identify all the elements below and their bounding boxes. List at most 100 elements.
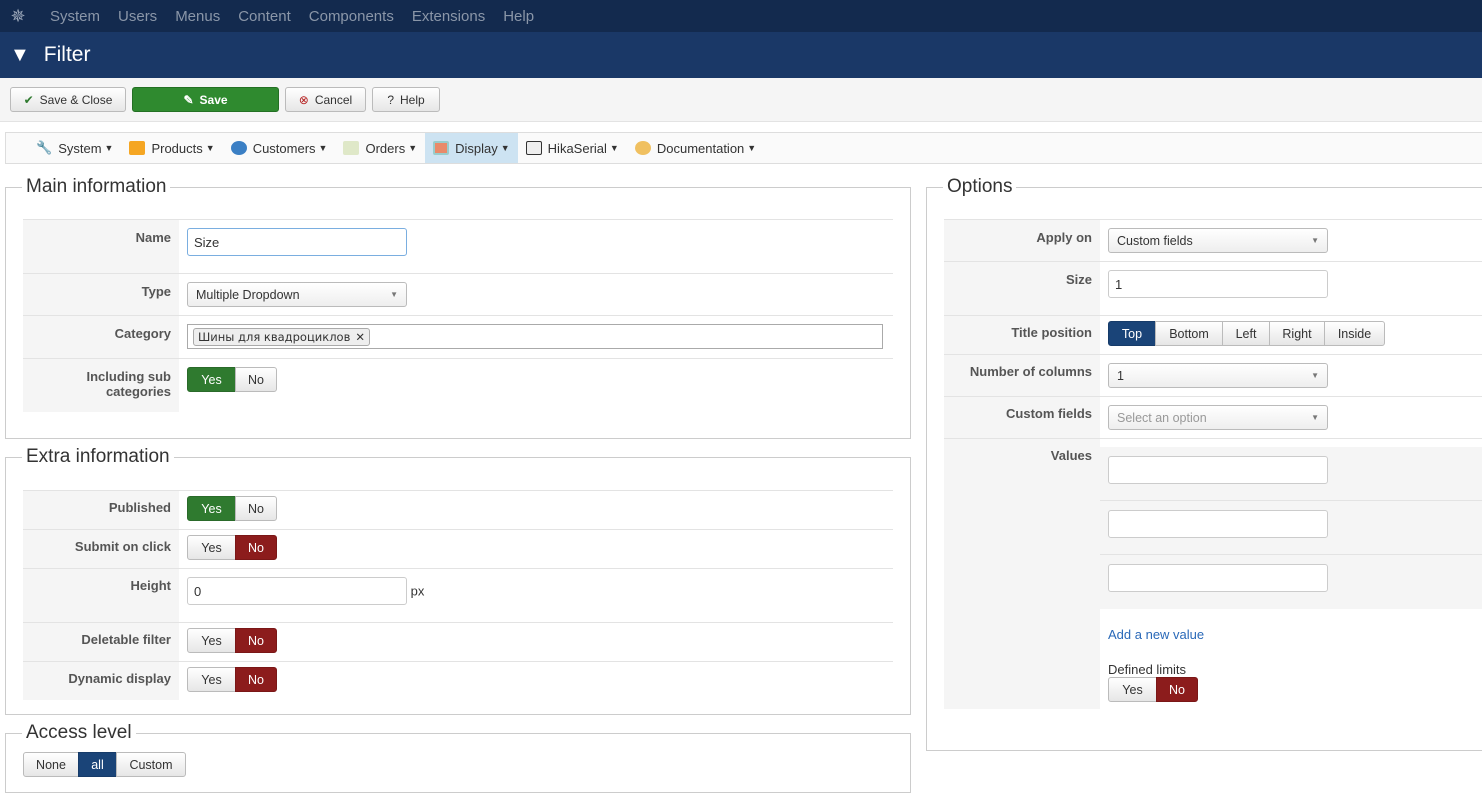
submenu-customers[interactable]: Customers ▼ bbox=[223, 133, 336, 163]
submenu-system[interactable]: 🔧 System ▼ bbox=[28, 133, 121, 163]
documentation-icon bbox=[634, 141, 651, 155]
menu-menus[interactable]: Menus bbox=[175, 8, 220, 25]
menu-components[interactable]: Components bbox=[309, 8, 394, 25]
tools-icon: 🔧 bbox=[36, 140, 53, 155]
edit-icon: ✎ bbox=[183, 92, 194, 107]
height-label: Height bbox=[23, 568, 179, 623]
values-list bbox=[1100, 447, 1482, 609]
title-top[interactable]: Top bbox=[1108, 321, 1156, 346]
label: System bbox=[58, 140, 102, 156]
submenu-products[interactable]: Products ▼ bbox=[121, 133, 222, 163]
value-input[interactable] bbox=[1108, 456, 1328, 484]
help-button[interactable]: ? Help bbox=[372, 87, 440, 112]
help-icon: ? bbox=[387, 92, 394, 107]
name-input[interactable] bbox=[187, 228, 407, 256]
toolbar: ✔ Save & Close ✎ Save ⊗ Cancel ? Help bbox=[0, 78, 1482, 122]
no-option[interactable]: No bbox=[235, 628, 277, 653]
category-label: Category bbox=[23, 315, 179, 359]
remove-icon[interactable]: ✕ bbox=[355, 330, 365, 344]
no-option[interactable]: No bbox=[1156, 677, 1198, 702]
display-icon bbox=[433, 141, 450, 155]
access-level-fieldset: Access level None all Custom bbox=[5, 722, 911, 793]
save-button[interactable]: ✎ Save bbox=[132, 87, 279, 112]
value: Multiple Dropdown bbox=[196, 287, 300, 302]
label: Documentation bbox=[656, 140, 745, 156]
section-title: Options bbox=[947, 176, 1013, 197]
menu-extensions[interactable]: Extensions bbox=[412, 8, 485, 25]
deletable-toggle[interactable]: Yes No bbox=[187, 628, 277, 653]
dynamic-display-label: Dynamic display bbox=[23, 661, 179, 700]
label: Шины для квадроциклов bbox=[198, 330, 351, 344]
no-option[interactable]: No bbox=[235, 367, 277, 392]
access-none[interactable]: None bbox=[23, 752, 79, 777]
add-value-link[interactable]: Add a new value bbox=[1108, 627, 1204, 642]
access-level-toggle[interactable]: None all Custom bbox=[23, 752, 186, 777]
submit-on-click-label: Submit on click bbox=[23, 529, 179, 569]
type-select[interactable]: Multiple Dropdown ▼ bbox=[187, 282, 407, 307]
menu-help[interactable]: Help bbox=[503, 8, 534, 25]
submit-on-click-toggle[interactable]: Yes No bbox=[187, 535, 277, 560]
title-right[interactable]: Right bbox=[1269, 321, 1325, 346]
published-label: Published bbox=[23, 490, 179, 530]
title-left[interactable]: Left bbox=[1222, 321, 1270, 346]
defined-limits-toggle[interactable]: Yes No bbox=[1108, 677, 1198, 702]
submenu-hikaserial[interactable]: HikaSerial ▼ bbox=[518, 133, 627, 163]
sub-categories-toggle[interactable]: Yes No bbox=[187, 367, 277, 392]
value-input[interactable] bbox=[1108, 564, 1328, 592]
menu-content[interactable]: Content bbox=[238, 8, 291, 25]
section-title: Main information bbox=[26, 176, 167, 197]
submenu-display[interactable]: Display ▼ bbox=[425, 133, 518, 163]
title-position-toggle[interactable]: Top Bottom Left Right Inside bbox=[1108, 321, 1385, 346]
menu-system[interactable]: System bbox=[50, 8, 100, 25]
access-custom[interactable]: Custom bbox=[116, 752, 186, 777]
category-input[interactable]: Шины для квадроциклов ✕ bbox=[187, 324, 883, 349]
custom-fields-label: Custom fields bbox=[944, 396, 1100, 439]
title-bar: ▼ Filter bbox=[0, 32, 1482, 78]
yes-option[interactable]: Yes bbox=[187, 367, 236, 392]
height-input[interactable] bbox=[187, 577, 407, 605]
published-toggle[interactable]: Yes No bbox=[187, 496, 277, 521]
type-label: Type bbox=[23, 273, 179, 316]
label: Help bbox=[400, 92, 425, 107]
menu-users[interactable]: Users bbox=[118, 8, 157, 25]
size-input[interactable] bbox=[1108, 270, 1328, 298]
submenu-orders[interactable]: Orders ▼ bbox=[335, 133, 425, 163]
save-close-button[interactable]: ✔ Save & Close bbox=[10, 87, 126, 112]
label: Orders bbox=[365, 140, 406, 156]
label: Save bbox=[199, 92, 228, 107]
no-option[interactable]: No bbox=[235, 667, 277, 692]
name-label: Name bbox=[23, 219, 179, 274]
apply-on-select[interactable]: Custom fields ▼ bbox=[1108, 228, 1328, 253]
dynamic-display-toggle[interactable]: Yes No bbox=[187, 667, 277, 692]
yes-option[interactable]: Yes bbox=[1108, 677, 1157, 702]
products-icon bbox=[129, 141, 146, 155]
size-label: Size bbox=[944, 261, 1100, 316]
yes-option[interactable]: Yes bbox=[187, 628, 236, 653]
options-fieldset: Options Apply on Custom fields▼ Size Titl… bbox=[926, 176, 1482, 751]
value-input[interactable] bbox=[1108, 510, 1328, 538]
label: Display bbox=[455, 140, 498, 156]
yes-option[interactable]: Yes bbox=[187, 535, 236, 560]
label: Cancel bbox=[314, 92, 353, 107]
cancel-button[interactable]: ⊗ Cancel bbox=[285, 87, 366, 112]
submenu-documentation[interactable]: Documentation ▼ bbox=[627, 133, 764, 163]
top-menu-bar: ✵ System Users Menus Content Components … bbox=[0, 0, 1482, 32]
label: HikaSerial bbox=[547, 140, 607, 156]
sub-categories-label: Including sub categories bbox=[23, 358, 179, 412]
title-inside[interactable]: Inside bbox=[1324, 321, 1385, 346]
main-information-fieldset: Main information Name Type Multiple Dropd… bbox=[5, 176, 911, 439]
access-all[interactable]: all bbox=[78, 752, 117, 777]
no-option[interactable]: No bbox=[235, 496, 277, 521]
title-bottom[interactable]: Bottom bbox=[1155, 321, 1223, 346]
title-position-label: Title position bbox=[944, 315, 1100, 355]
defined-limits-label: Defined limits bbox=[1108, 662, 1187, 677]
yes-option[interactable]: Yes bbox=[187, 667, 236, 692]
yes-option[interactable]: Yes bbox=[187, 496, 236, 521]
columns-select[interactable]: 1 ▼ bbox=[1108, 363, 1328, 388]
value: 1 bbox=[1117, 368, 1124, 383]
joomla-logo-icon[interactable]: ✵ bbox=[8, 6, 28, 26]
orders-icon bbox=[343, 141, 360, 155]
label: Save & Close bbox=[39, 92, 113, 107]
custom-fields-select[interactable]: Select an option ▼ bbox=[1108, 405, 1328, 430]
no-option[interactable]: No bbox=[235, 535, 277, 560]
